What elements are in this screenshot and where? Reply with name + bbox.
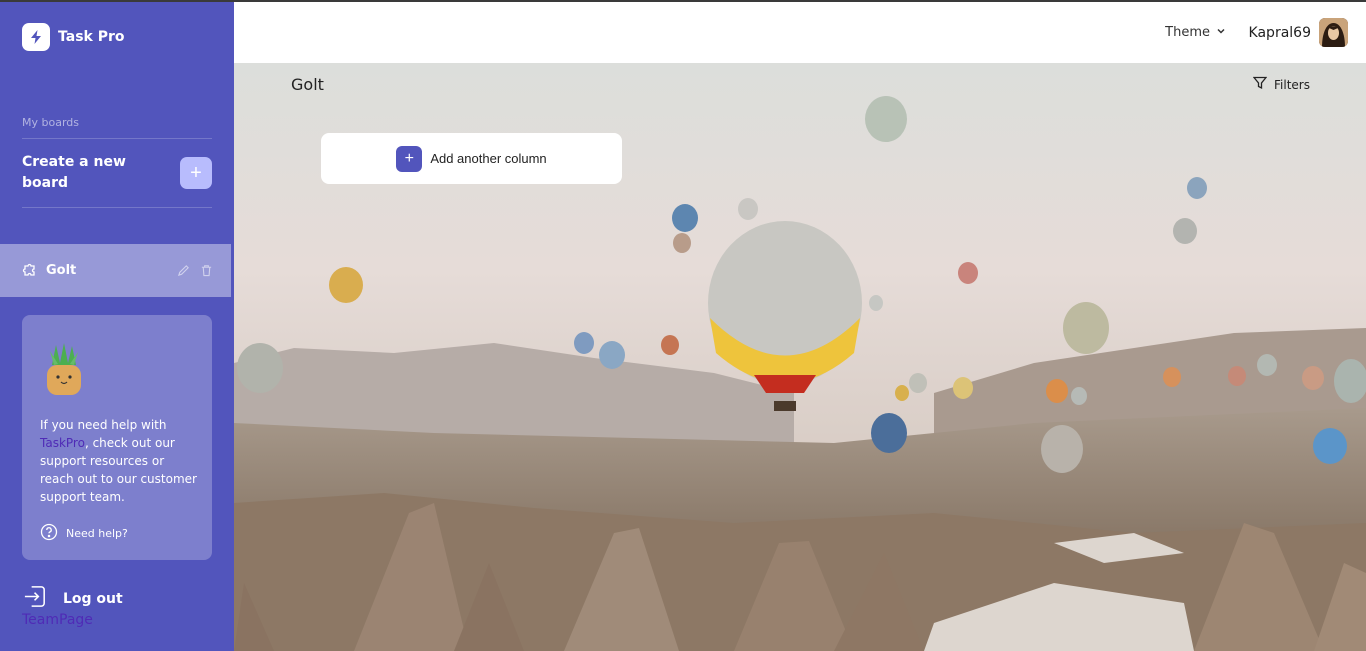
add-column-label: Add another column [430,151,547,166]
theme-label: Theme [1165,25,1210,40]
board-actions [177,262,213,281]
puzzle-icon [22,261,38,281]
filter-icon [1252,76,1268,93]
board-title: Golt [291,75,324,94]
lightning-icon [22,23,50,51]
divider [22,207,212,208]
avatar[interactable] [1319,18,1348,47]
need-help-button[interactable]: Need help? [40,523,128,544]
plus-icon: + [190,161,202,184]
section-label: My boards [22,116,79,129]
cactus-illustration [44,343,84,397]
sidebar: Task Pro My boards Create a new board + … [0,0,234,651]
create-board-button[interactable]: + [180,157,212,189]
create-board-row: Create a new board + [22,152,212,194]
team-page-link[interactable]: TeamPage [22,612,93,628]
trash-icon[interactable] [200,262,213,281]
top-border [0,0,1366,2]
filters-label: Filters [1274,77,1310,92]
logout-label: Log out [63,590,123,607]
help-text: If you need help with TaskPro, check out… [40,416,200,506]
add-column-button[interactable]: + Add another column [321,133,622,184]
header: Theme Kapral69 [234,2,1366,63]
plus-icon: + [396,145,423,172]
filters-button[interactable]: Filters [1252,76,1310,93]
board-name: Golt [46,263,77,278]
create-board-label: Create a new board [22,154,126,191]
taskpro-link[interactable]: TaskPro [40,436,85,450]
app-logo[interactable]: Task Pro [22,23,125,51]
logout-icon [22,583,49,614]
pencil-icon[interactable] [177,262,190,281]
sidebar-item-golt[interactable]: Golt [0,244,231,297]
question-circle-icon [40,523,58,544]
username: Kapral69 [1248,24,1311,41]
need-help-label: Need help? [66,527,128,540]
theme-dropdown[interactable]: Theme [1165,25,1226,40]
logout-button[interactable]: Log out [22,583,123,614]
board-area: Golt Filters + Add another column [234,63,1366,651]
divider [22,138,212,139]
help-text-start: If you need help with [40,418,167,432]
app-name: Task Pro [58,29,125,45]
user-info[interactable]: Kapral69 [1249,18,1348,47]
help-card: If you need help with TaskPro, check out… [22,315,212,560]
chevron-down-icon [1216,25,1226,40]
